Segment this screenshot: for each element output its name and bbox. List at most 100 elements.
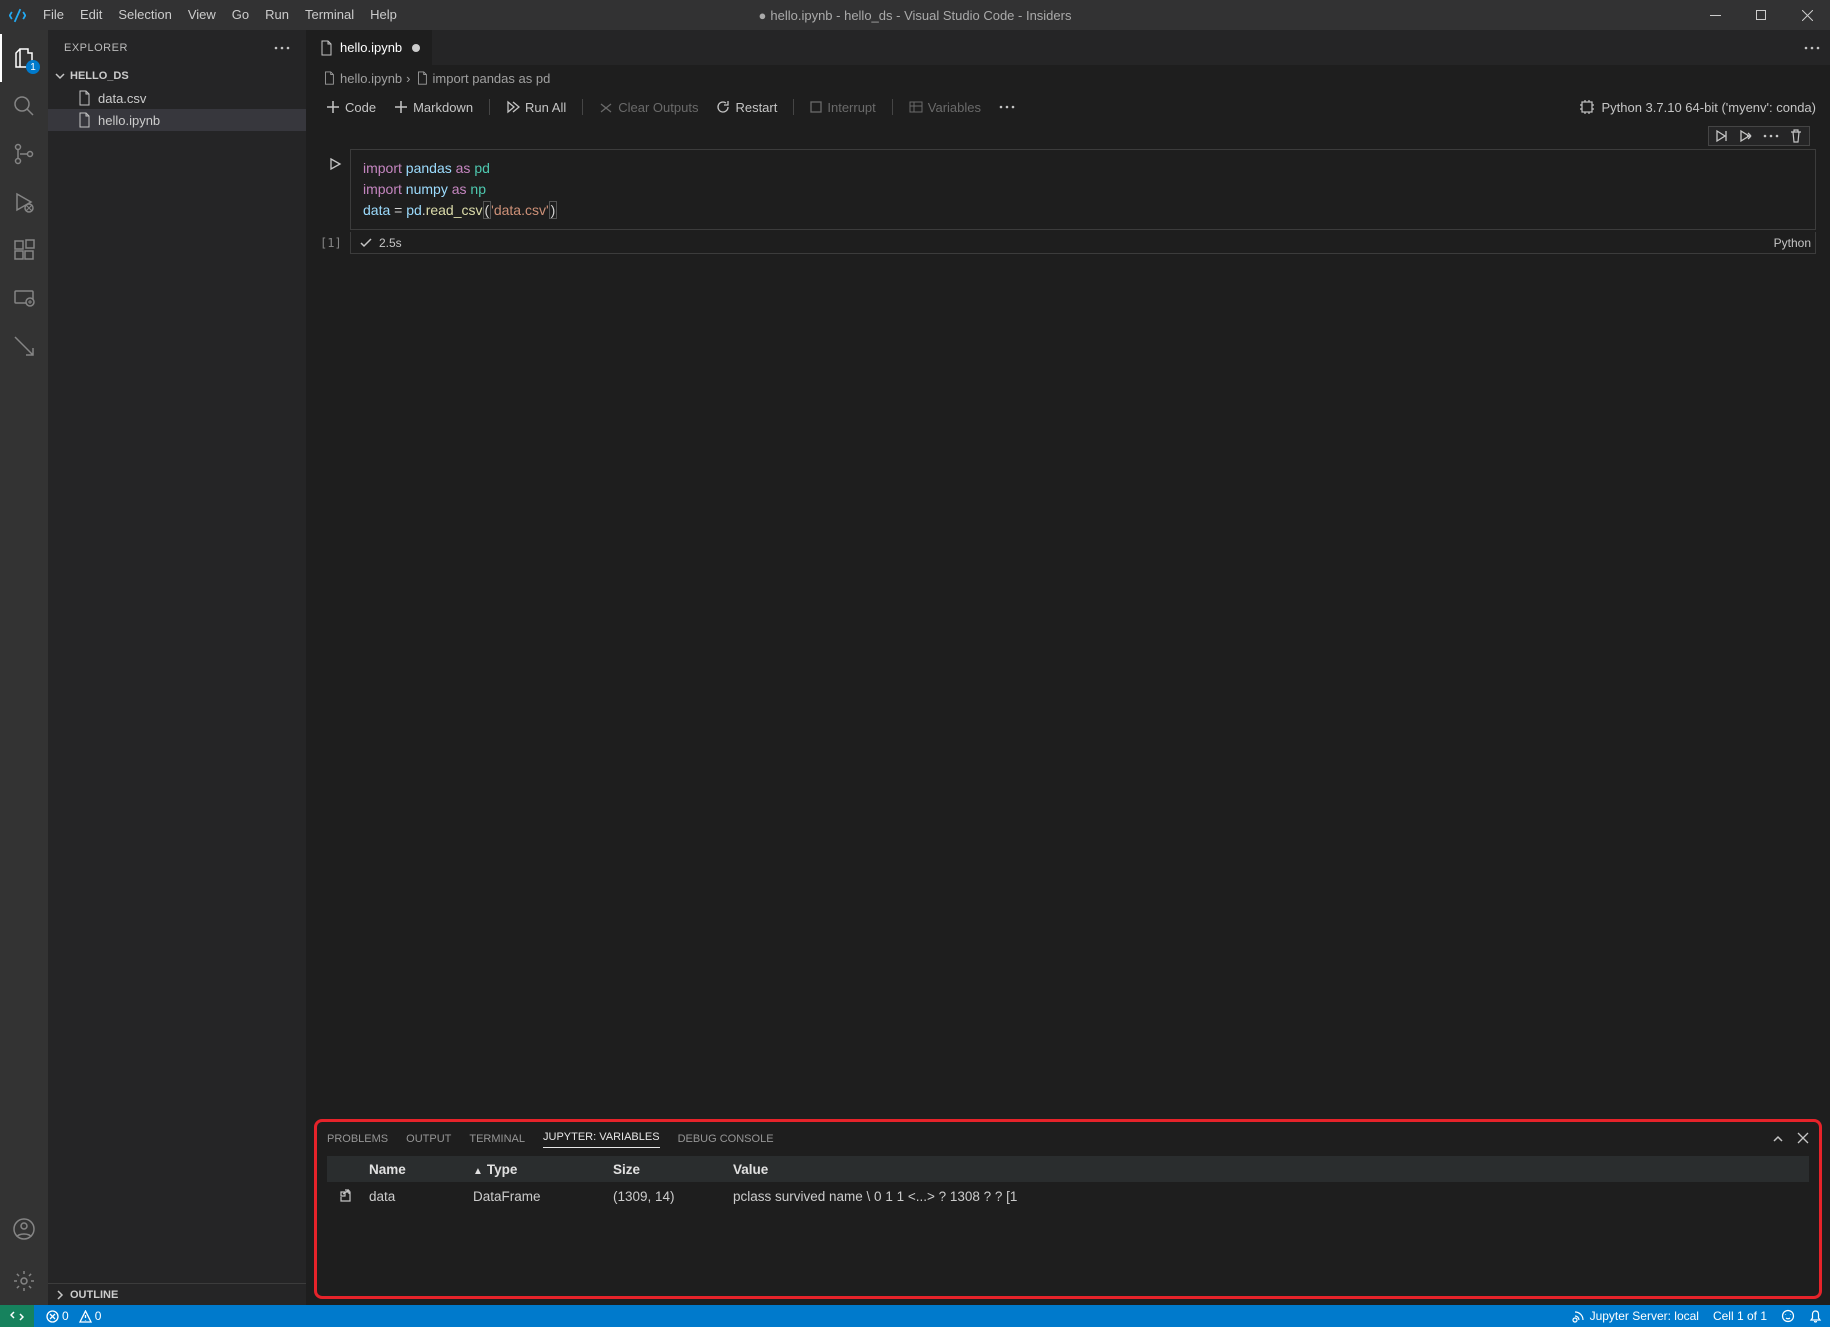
activity-run-debug[interactable] <box>0 178 48 226</box>
clear-outputs-button[interactable]: Clear Outputs <box>593 98 704 117</box>
toolbar-separator <box>892 99 893 115</box>
var-size: (1309, 14) <box>613 1189 733 1204</box>
window-title: ● hello.ipynb - hello_ds - Visual Studio… <box>759 8 1072 23</box>
tab-more-icon[interactable] <box>1804 46 1830 50</box>
menu-go[interactable]: Go <box>224 0 257 30</box>
kernel-selector[interactable]: Python 3.7.10 64-bit ('myenv': conda) <box>1579 99 1816 115</box>
folder-header[interactable]: HELLO_DS <box>48 65 306 87</box>
titlebar: File Edit Selection View Go Run Terminal… <box>0 0 1830 30</box>
activity-search[interactable] <box>0 82 48 130</box>
maximize-button[interactable] <box>1738 0 1784 30</box>
run-all-button[interactable]: Run All <box>500 98 572 117</box>
panel-tabs: PROBLEMS OUTPUT TERMINAL JUPYTER: VARIAB… <box>317 1122 1819 1156</box>
menu-bar: File Edit Selection View Go Run Terminal… <box>35 0 405 30</box>
variables-button[interactable]: Variables <box>903 98 987 117</box>
code-editor[interactable]: import pandas as pd import numpy as np d… <box>350 149 1816 230</box>
window-title-text: hello.ipynb - hello_ds - Visual Studio C… <box>770 8 1071 23</box>
interrupt-button[interactable]: Interrupt <box>804 98 881 117</box>
cell-more-icon[interactable] <box>1763 134 1779 138</box>
menu-help[interactable]: Help <box>362 0 405 30</box>
outline-label: OUTLINE <box>70 1289 118 1301</box>
status-bell-icon[interactable] <box>1809 1310 1822 1323</box>
menu-file[interactable]: File <box>35 0 72 30</box>
panel-close-icon[interactable] <box>1797 1132 1809 1146</box>
add-markdown-cell-button[interactable]: Markdown <box>388 98 479 117</box>
explorer-badge: 1 <box>26 60 40 74</box>
kernel-label: Python 3.7.10 64-bit ('myenv': conda) <box>1601 100 1816 115</box>
editor-tab[interactable]: hello.ipynb <box>306 30 432 65</box>
activity-accounts[interactable] <box>0 1205 48 1253</box>
run-cell-button[interactable] <box>320 149 350 171</box>
explorer-more-icon[interactable] <box>274 46 290 50</box>
delete-cell-icon[interactable] <box>1789 129 1803 143</box>
activity-remote[interactable] <box>0 274 48 322</box>
outline-section[interactable]: OUTLINE <box>48 1283 306 1305</box>
menu-edit[interactable]: Edit <box>72 0 110 30</box>
activity-source-control[interactable] <box>0 130 48 178</box>
breadcrumb[interactable]: hello.ipynb › import pandas as pd <box>306 65 1830 91</box>
panel-tab-jupyter-variables[interactable]: JUPYTER: VARIABLES <box>543 1131 660 1148</box>
window-controls <box>1692 0 1830 30</box>
status-errors[interactable]: 0 <box>46 1309 69 1323</box>
dirty-indicator-icon <box>412 44 420 52</box>
tab-bar: hello.ipynb <box>306 30 1830 65</box>
panel-tab-debug-console[interactable]: DEBUG CONSOLE <box>678 1133 774 1145</box>
statusbar: 0 0 Jupyter Server: local Cell 1 of 1 <box>0 1305 1830 1327</box>
col-header-size[interactable]: Size <box>613 1162 733 1177</box>
col-header-value[interactable]: Value <box>733 1162 1809 1177</box>
activity-jupyter[interactable] <box>0 322 48 370</box>
close-button[interactable] <box>1784 0 1830 30</box>
col-header-type[interactable]: ▲Type <box>473 1162 613 1177</box>
activity-settings[interactable] <box>0 1257 48 1305</box>
menu-terminal[interactable]: Terminal <box>297 0 362 30</box>
activity-extensions[interactable] <box>0 226 48 274</box>
chevron-right-icon: › <box>406 71 410 86</box>
exec-count: [1] <box>320 236 350 250</box>
file-name: hello.ipynb <box>98 113 160 128</box>
editor-area: hello.ipynb hello.ipynb › import pandas … <box>306 30 1830 1305</box>
status-jupyter-server[interactable]: Jupyter Server: local <box>1572 1309 1699 1323</box>
explorer-title: EXPLORER <box>64 42 128 54</box>
restart-kernel-button[interactable]: Restart <box>710 98 783 117</box>
status-feedback-icon[interactable] <box>1781 1309 1795 1323</box>
code-cell: import pandas as pd import numpy as np d… <box>306 149 1830 230</box>
activity-explorer[interactable]: 1 <box>0 34 48 82</box>
activity-bar: 1 <box>0 30 48 1305</box>
variable-row[interactable]: data DataFrame (1309, 14) pclass survive… <box>327 1182 1809 1210</box>
panel-collapse-icon[interactable] <box>1771 1132 1785 1146</box>
minimize-button[interactable] <box>1692 0 1738 30</box>
menu-run[interactable]: Run <box>257 0 297 30</box>
cell-language[interactable]: Python <box>1774 236 1815 250</box>
app-icon <box>0 7 35 24</box>
toolbar-separator <box>793 99 794 115</box>
file-item-hello-ipynb[interactable]: hello.ipynb <box>48 109 306 131</box>
execute-below-icon[interactable] <box>1739 129 1753 143</box>
toolbar-more-icon[interactable] <box>993 103 1021 111</box>
remote-indicator[interactable] <box>0 1305 34 1327</box>
panel-tab-output[interactable]: OUTPUT <box>406 1133 451 1145</box>
status-cell-position[interactable]: Cell 1 of 1 <box>1713 1309 1767 1323</box>
file-item-data-csv[interactable]: data.csv <box>48 87 306 109</box>
var-value: pclass survived name \ 0 1 1 <...> ? 130… <box>733 1189 1809 1204</box>
var-name: data <box>363 1189 473 1204</box>
toolbar-separator <box>582 99 583 115</box>
open-variable-icon[interactable] <box>327 1189 363 1204</box>
run-by-line-icon[interactable] <box>1715 129 1729 143</box>
notebook-toolbar: Code Markdown Run All Clear Outputs Rest… <box>306 91 1830 123</box>
window-title-dirty: ● <box>759 8 767 23</box>
col-header-name[interactable]: Name <box>363 1162 473 1177</box>
success-icon <box>359 236 373 250</box>
add-code-cell-button[interactable]: Code <box>320 98 382 117</box>
var-type: DataFrame <box>473 1189 613 1204</box>
editor-empty-space <box>306 256 1830 1113</box>
folder-name: HELLO_DS <box>70 70 129 82</box>
sort-asc-icon: ▲ <box>473 1166 483 1177</box>
status-warnings[interactable]: 0 <box>79 1309 102 1323</box>
panel-tab-problems[interactable]: PROBLEMS <box>327 1133 388 1145</box>
menu-selection[interactable]: Selection <box>110 0 179 30</box>
menu-view[interactable]: View <box>180 0 224 30</box>
main-area: 1 EXPLORER <box>0 30 1830 1305</box>
toolbar-separator <box>489 99 490 115</box>
panel-tab-terminal[interactable]: TERMINAL <box>469 1133 525 1145</box>
breadcrumb-cell: import pandas as pd <box>433 71 551 86</box>
